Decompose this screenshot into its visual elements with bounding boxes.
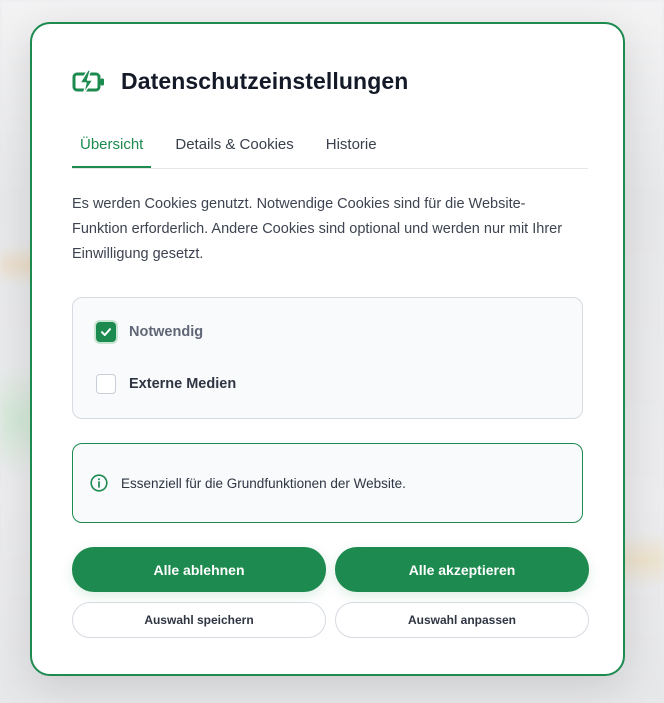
info-text: Essenziell für die Grundfunktionen der W…	[121, 475, 406, 491]
external-media-label: Externe Medien	[129, 376, 237, 392]
dialog-title: Datenschutzeinstellungen	[121, 68, 409, 94]
option-necessary[interactable]: Notwendig	[96, 322, 203, 342]
privacy-settings-dialog: Datenschutzeinstellungen Übersicht Detai…	[30, 22, 625, 676]
tab-bar: Übersicht Details & Cookies Historie	[72, 127, 588, 169]
option-external-media[interactable]: Externe Medien	[96, 374, 236, 394]
necessary-label: Notwendig	[129, 324, 204, 340]
cookie-description: Es werden Cookies genutzt. Notwendige Co…	[72, 196, 563, 262]
necessary-checkbox[interactable]	[96, 322, 116, 342]
external-media-checkbox[interactable]	[96, 374, 116, 394]
reject-all-button[interactable]: Alle ablehnen	[72, 547, 326, 592]
cookie-options-panel: Notwendig Externe Medien	[72, 297, 583, 419]
customize-selection-button[interactable]: Auswahl anpassen	[335, 602, 589, 638]
save-selection-button[interactable]: Auswahl speichern	[72, 602, 326, 638]
accept-all-button[interactable]: Alle akzeptieren	[335, 547, 589, 592]
checkmark-icon	[101, 328, 111, 336]
info-box: Essenziell für die Grundfunktionen der W…	[72, 443, 583, 523]
tab-overview[interactable]: Übersicht	[72, 127, 152, 168]
battery-charging-icon	[72, 68, 106, 95]
tab-history[interactable]: Historie	[318, 127, 385, 168]
dialog-header: Datenschutzeinstellungen	[72, 68, 408, 95]
info-icon	[90, 474, 108, 492]
tab-details-cookies[interactable]: Details & Cookies	[167, 127, 301, 168]
